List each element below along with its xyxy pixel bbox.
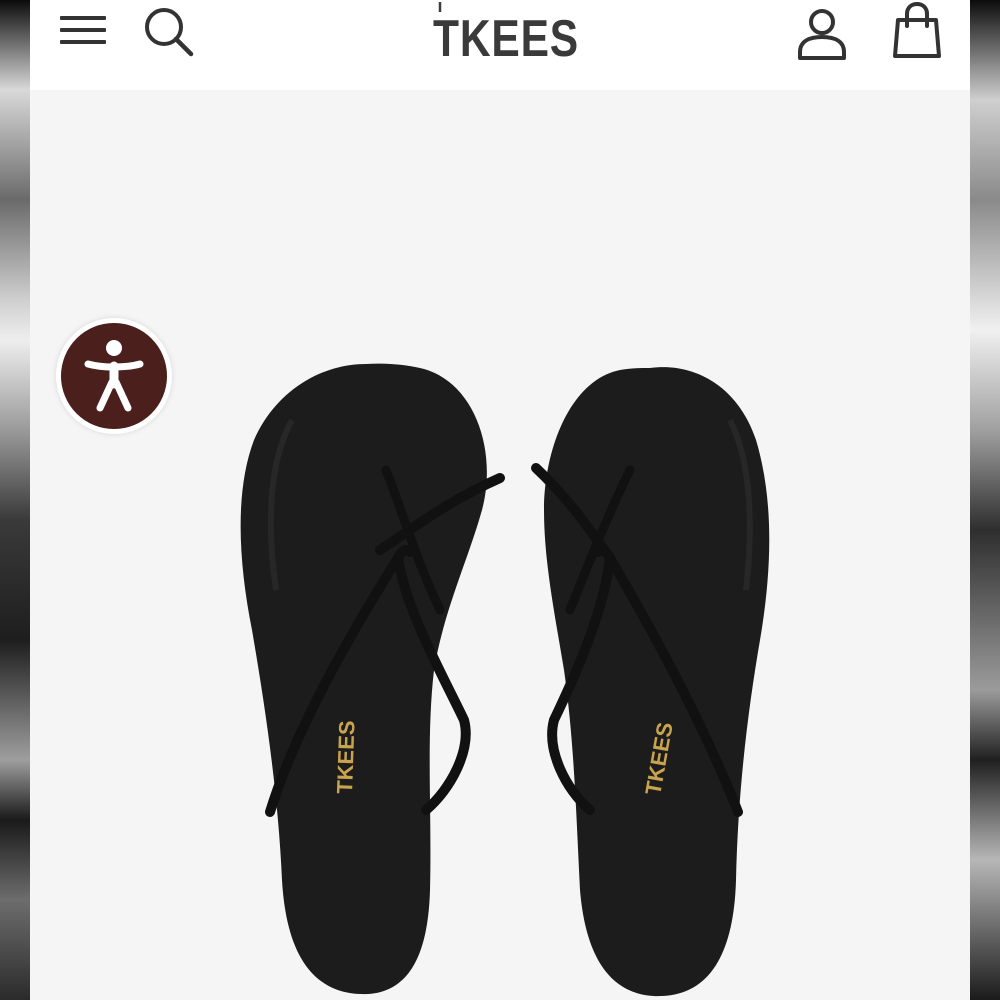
screenshot-edge-right — [970, 0, 1000, 1000]
accessibility-button-fill — [61, 323, 167, 429]
shopping-bag-icon — [893, 1, 941, 58]
left-footbed-stamp: TKEES — [332, 720, 360, 794]
accessibility-person-icon — [84, 340, 144, 412]
account-button[interactable] — [792, 4, 852, 64]
site-header: TKEES — [30, 0, 970, 90]
brand-logo[interactable]: TKEES — [426, 0, 586, 66]
search-icon — [145, 8, 194, 57]
accessibility-button[interactable] — [56, 318, 172, 434]
product-image[interactable]: TKEES TKEES — [30, 90, 970, 1000]
screenshot-edge-left — [0, 0, 30, 1000]
user-account-icon — [798, 9, 846, 60]
brand-name: TKEES — [433, 10, 579, 66]
product-image-area: TKEES TKEES — [30, 90, 970, 1000]
mobile-screen: TKEES TKEES TKEES — [30, 0, 970, 1000]
shopping-bag-button[interactable] — [892, 1, 942, 60]
hamburger-menu-icon — [60, 16, 106, 44]
brand-logo-mark: TKEES — [433, 2, 579, 66]
search-button[interactable] — [140, 3, 196, 59]
menu-button[interactable] — [58, 8, 110, 52]
